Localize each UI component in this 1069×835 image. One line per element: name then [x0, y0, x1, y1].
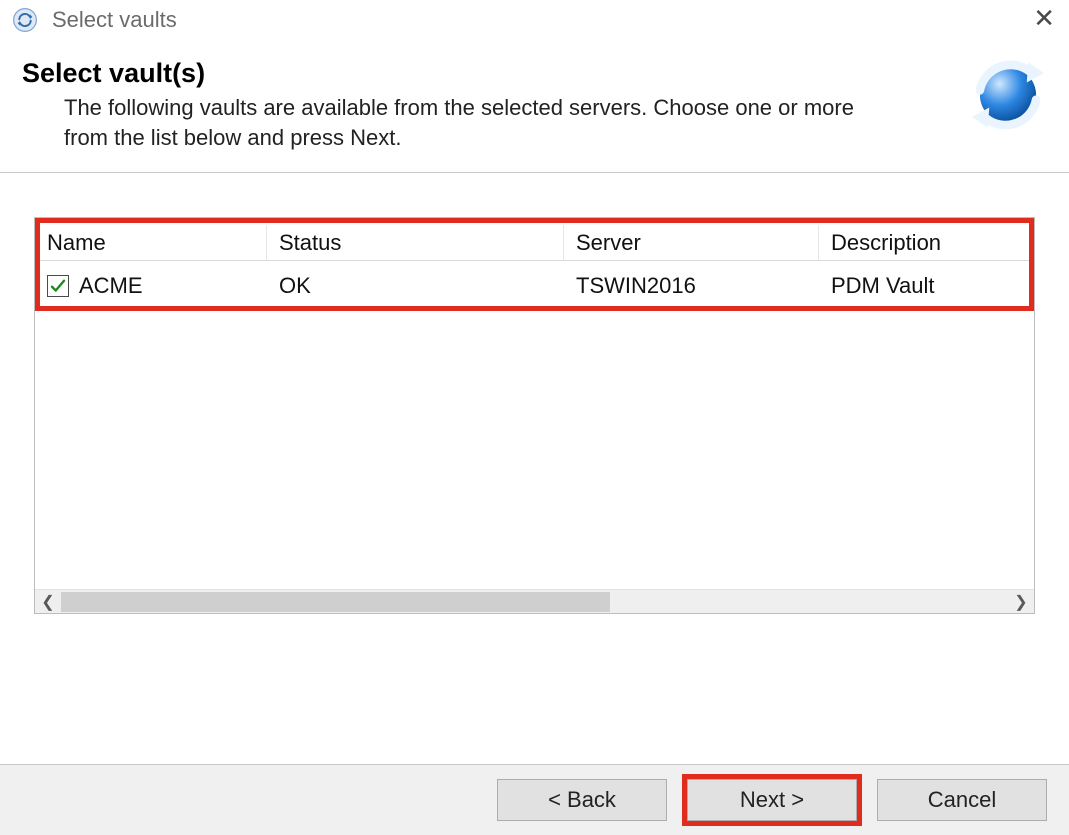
scroll-left-icon[interactable]: ❮: [35, 590, 61, 613]
cancel-button[interactable]: Cancel: [877, 779, 1047, 821]
table-header-row: Name Status Server Description ACME OK T…: [35, 218, 1034, 311]
vault-description-cell: PDM Vault: [831, 273, 935, 299]
scroll-track[interactable]: [61, 590, 1008, 613]
next-button[interactable]: Next >: [687, 779, 857, 821]
table-row[interactable]: ACME OK TSWIN2016 PDM Vault: [35, 261, 1034, 311]
wizard-body: Name Status Server Description ACME OK T…: [0, 173, 1069, 624]
page-heading: Select vault(s): [22, 58, 1047, 89]
column-header-description[interactable]: Description: [819, 225, 1034, 260]
horizontal-scrollbar[interactable]: ❮ ❯: [35, 589, 1034, 613]
column-header-status[interactable]: Status: [267, 225, 564, 260]
wizard-footer: < Back Next > Cancel: [0, 764, 1069, 835]
vault-status-cell: OK: [279, 273, 311, 299]
scroll-right-icon[interactable]: ❯: [1008, 590, 1034, 613]
sync-globe-icon: [969, 56, 1047, 134]
page-subtitle: The following vaults are available from …: [64, 93, 864, 152]
close-icon[interactable]: ✕: [1033, 5, 1055, 31]
vault-name-cell: ACME: [79, 273, 143, 299]
window-title: Select vaults: [52, 7, 177, 33]
vault-checkbox[interactable]: [47, 275, 69, 297]
vault-server-cell: TSWIN2016: [576, 273, 696, 299]
app-sync-icon: [12, 7, 38, 33]
vault-list: Name Status Server Description ACME OK T…: [34, 217, 1035, 614]
wizard-header: Select vault(s) The following vaults are…: [0, 40, 1069, 173]
column-header-server[interactable]: Server: [564, 225, 819, 260]
titlebar: Select vaults ✕: [0, 0, 1069, 40]
back-button[interactable]: < Back: [497, 779, 667, 821]
scroll-thumb[interactable]: [61, 592, 610, 612]
list-empty-area: [35, 311, 1034, 589]
column-header-name[interactable]: Name: [35, 225, 267, 260]
